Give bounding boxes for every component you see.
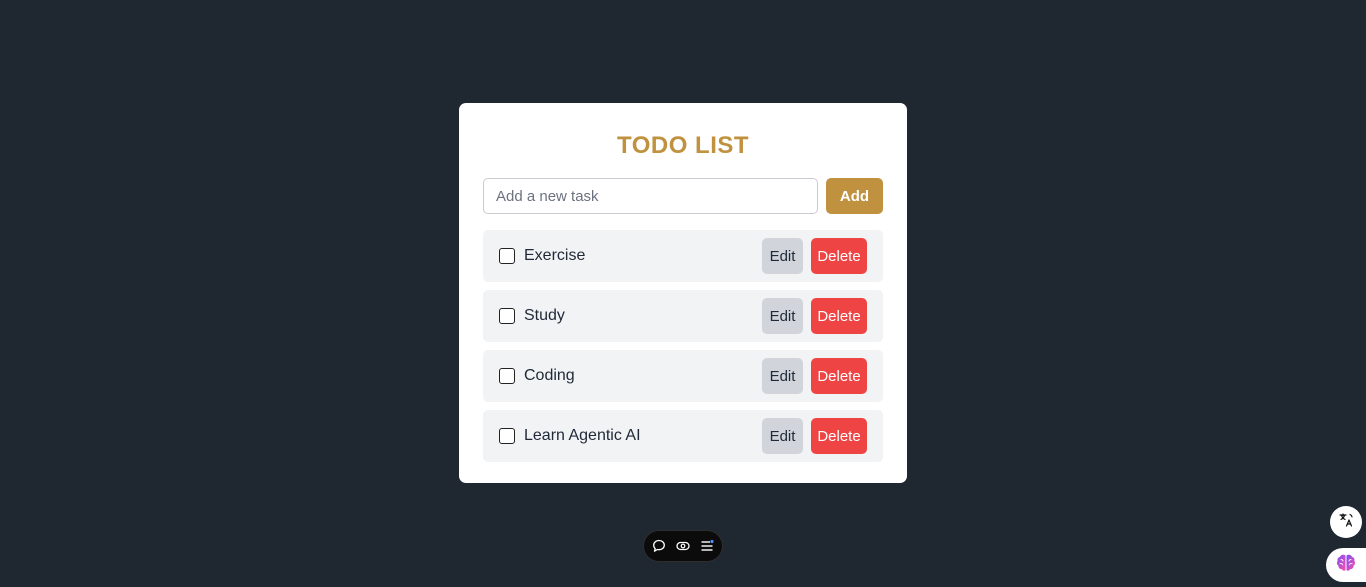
- delete-button[interactable]: Delete: [811, 358, 867, 394]
- task-label: Study: [524, 307, 565, 324]
- chat-icon[interactable]: [651, 538, 667, 554]
- delete-button[interactable]: Delete: [811, 298, 867, 334]
- new-task-input[interactable]: [483, 178, 818, 214]
- delete-button[interactable]: Delete: [811, 418, 867, 454]
- task-item: Study Edit Delete: [483, 290, 883, 342]
- edit-button[interactable]: Edit: [762, 238, 803, 274]
- translate-icon: [1338, 512, 1354, 533]
- floating-toolbar: [643, 530, 723, 562]
- task-label: Exercise: [524, 247, 586, 264]
- task-list: Exercise Edit Delete Study Edit Delete C…: [483, 230, 883, 462]
- edit-button[interactable]: Edit: [762, 358, 803, 394]
- task-label: Coding: [524, 367, 575, 384]
- delete-button[interactable]: Delete: [811, 238, 867, 274]
- edit-button[interactable]: Edit: [762, 418, 803, 454]
- list-icon[interactable]: [699, 538, 715, 554]
- add-task-row: Add: [483, 178, 883, 214]
- task-checkbox[interactable]: [499, 248, 515, 264]
- task-label: Learn Agentic AI: [524, 427, 641, 444]
- task-checkbox[interactable]: [499, 428, 515, 444]
- task-item: Learn Agentic AI Edit Delete: [483, 410, 883, 462]
- task-item: Coding Edit Delete: [483, 350, 883, 402]
- add-button[interactable]: Add: [826, 178, 883, 214]
- todo-card: TODO LIST Add Exercise Edit Delete Study…: [459, 103, 907, 483]
- translate-button[interactable]: [1330, 506, 1362, 538]
- edit-button[interactable]: Edit: [762, 298, 803, 334]
- task-item: Exercise Edit Delete: [483, 230, 883, 282]
- task-checkbox[interactable]: [499, 368, 515, 384]
- assistant-button[interactable]: [1326, 548, 1366, 582]
- page-title: TODO LIST: [616, 132, 750, 159]
- brain-icon: [1335, 552, 1357, 579]
- eye-icon[interactable]: [675, 538, 691, 554]
- task-checkbox[interactable]: [499, 308, 515, 324]
